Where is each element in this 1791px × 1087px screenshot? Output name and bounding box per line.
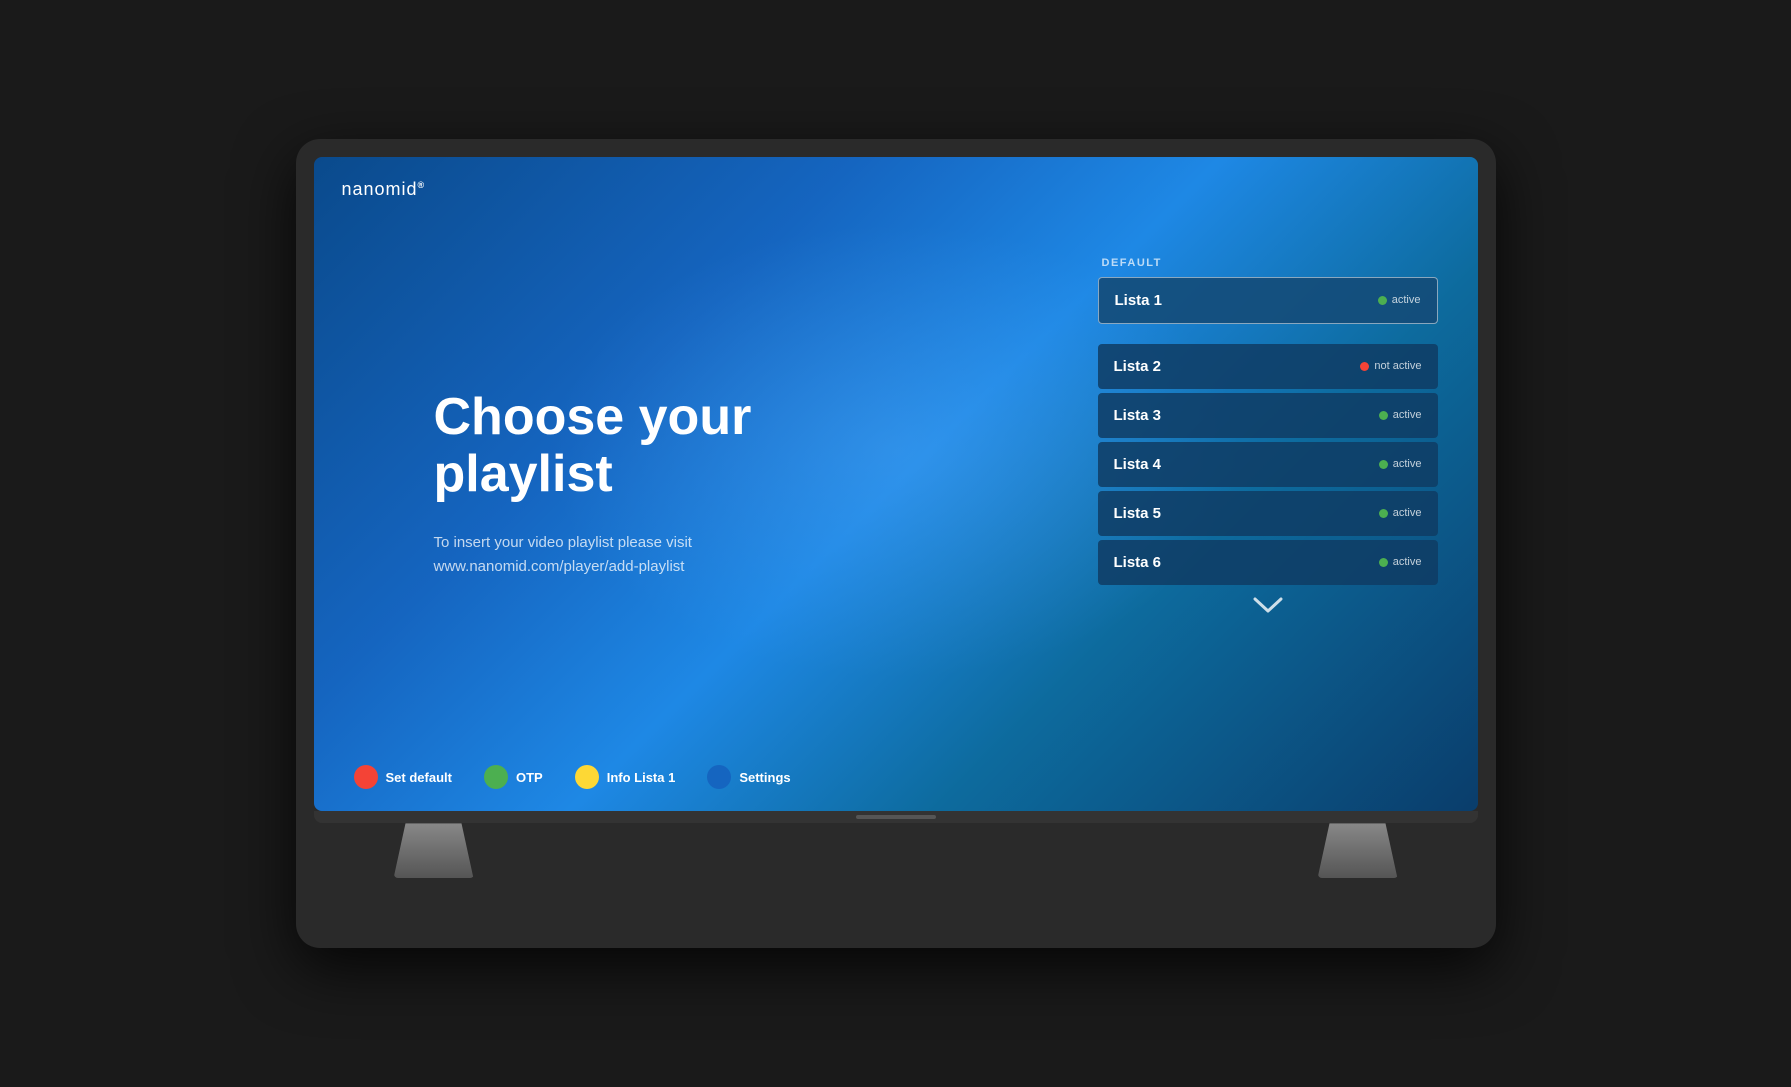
logo-text: nanomid (342, 179, 418, 199)
green-button-icon[interactable] (484, 765, 508, 789)
playlist-list: Lista 2 not active Lista 3 active Lista … (1098, 344, 1438, 585)
tv-bezel-bottom (314, 811, 1478, 823)
playlist-item-lista2[interactable]: Lista 2 not active (1098, 344, 1438, 389)
status-text-lista4: active (1393, 458, 1422, 470)
default-status-badge: active (1378, 294, 1421, 306)
bottom-action-bar: Set default OTP Info Lista 1 Settings (354, 765, 1438, 789)
blue-button-icon[interactable] (707, 765, 731, 789)
status-dot-lista4 (1379, 460, 1388, 469)
status-badge-lista5: active (1379, 507, 1422, 519)
status-text-lista3: active (1393, 409, 1422, 421)
set-default-label: Set default (386, 770, 452, 785)
default-status-text: active (1392, 294, 1421, 306)
playlist-item-lista6[interactable]: Lista 6 active (1098, 540, 1438, 585)
tv-stand (314, 823, 1478, 878)
stand-leg-left (394, 823, 474, 878)
title-line2: playlist (434, 446, 752, 503)
action-settings[interactable]: Settings (707, 765, 790, 789)
playlist-name-lista3: Lista 3 (1114, 407, 1162, 424)
playlist-name-lista2: Lista 2 (1114, 358, 1162, 375)
title-line1: Choose your (434, 389, 752, 446)
action-otp[interactable]: OTP (484, 765, 543, 789)
subtitle-text: To insert your video playlist please vis… (434, 531, 752, 579)
status-text-lista5: active (1393, 507, 1422, 519)
playlist-panel: DEFAULT Lista 1 active Lista 2 not activ… (1098, 257, 1438, 621)
default-status-dot (1378, 296, 1387, 305)
action-set-default[interactable]: Set default (354, 765, 452, 789)
logo-trademark: ® (418, 180, 426, 190)
main-title: Choose your playlist (434, 389, 752, 503)
playlist-item-lista3[interactable]: Lista 3 active (1098, 393, 1438, 438)
red-button-icon[interactable] (354, 765, 378, 789)
default-playlist-item[interactable]: Lista 1 active (1098, 277, 1438, 324)
status-text-lista6: active (1393, 556, 1422, 568)
status-dot-lista3 (1379, 411, 1388, 420)
otp-label: OTP (516, 770, 543, 785)
status-dot-lista5 (1379, 509, 1388, 518)
scroll-down-indicator[interactable] (1098, 595, 1438, 621)
default-label: DEFAULT (1098, 257, 1438, 269)
status-text-lista2: not active (1374, 360, 1421, 372)
status-dot-lista6 (1379, 558, 1388, 567)
status-badge-lista6: active (1379, 556, 1422, 568)
settings-label: Settings (739, 770, 790, 785)
playlist-name-lista4: Lista 4 (1114, 456, 1162, 473)
left-content: Choose your playlist To insert your vide… (434, 389, 752, 579)
status-dot-lista2 (1360, 362, 1369, 371)
status-badge-lista4: active (1379, 458, 1422, 470)
tv-outer: nanomid® Choose your playlist To insert … (296, 139, 1496, 949)
default-playlist-name: Lista 1 (1115, 292, 1163, 309)
status-badge-lista3: active (1379, 409, 1422, 421)
status-badge-lista2: not active (1360, 360, 1421, 372)
yellow-button-icon[interactable] (575, 765, 599, 789)
tv-speaker (856, 815, 936, 819)
app-logo: nanomid® (342, 179, 426, 200)
playlist-name-lista6: Lista 6 (1114, 554, 1162, 571)
info-label: Info Lista 1 (607, 770, 676, 785)
tv-screen: nanomid® Choose your playlist To insert … (314, 157, 1478, 812)
stand-leg-right (1318, 823, 1398, 878)
action-info[interactable]: Info Lista 1 (575, 765, 676, 789)
playlist-item-lista5[interactable]: Lista 5 active (1098, 491, 1438, 536)
playlist-name-lista5: Lista 5 (1114, 505, 1162, 522)
playlist-item-lista4[interactable]: Lista 4 active (1098, 442, 1438, 487)
